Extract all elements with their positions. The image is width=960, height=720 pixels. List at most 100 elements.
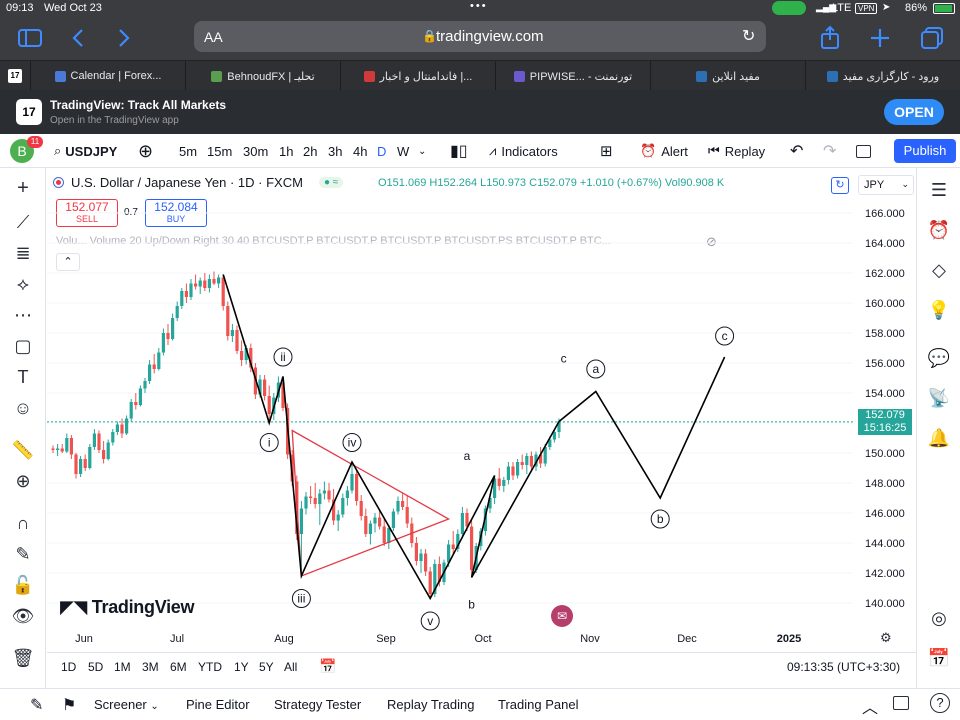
tab-2[interactable]: فاندامنتال و اخبار |... — [340, 61, 495, 91]
replay-trading-tab[interactable]: Replay Trading — [387, 697, 474, 712]
currency-selector[interactable]: JPY ⌄ — [858, 175, 914, 195]
emoji-icon[interactable]: ☺ — [8, 398, 38, 418]
time-axis[interactable]: Jun Jul Aug Sep Oct Nov Dec 2025 — [75, 633, 801, 645]
help-icon[interactable]: ? — [930, 693, 950, 713]
interval-4h[interactable]: 4h — [353, 134, 367, 168]
calendar-icon[interactable]: 📅 — [924, 648, 954, 668]
layouts-grid-icon[interactable]: ⊞ — [600, 134, 613, 168]
zoom-in-icon[interactable]: ⊕ — [8, 471, 38, 491]
range-all[interactable]: All — [284, 660, 297, 674]
pine-editor-tab[interactable]: Pine Editor — [186, 697, 250, 712]
fib-retracement-icon[interactable]: ≣ — [8, 243, 38, 263]
interval-3h[interactable]: 3h — [328, 134, 342, 168]
tab-0[interactable]: Calendar | Forex... — [30, 61, 185, 91]
chart-settings-gear-icon[interactable]: ⚙ — [880, 630, 892, 646]
utc-clock[interactable]: 09:13:35 (UTC+3:30) — [787, 660, 900, 674]
collapse-panel-icon[interactable]: ︿ — [862, 694, 878, 718]
range-ytd[interactable]: YTD — [198, 660, 222, 674]
range-1y[interactable]: 1Y — [234, 660, 249, 674]
projection-icon[interactable]: ⋯ — [8, 305, 38, 325]
maximize-panel-icon[interactable] — [893, 696, 909, 710]
crosshair-icon[interactable]: + — [8, 178, 38, 198]
open-app-button[interactable]: OPEN — [884, 99, 944, 125]
trash-icon[interactable]: 🗑 — [8, 648, 38, 668]
redo-icon[interactable]: ↷ — [823, 134, 836, 168]
magnet-icon[interactable]: ∩ — [8, 513, 38, 533]
pencil-lock-icon[interactable]: ✎ — [8, 544, 38, 564]
interval-5m[interactable]: 5m — [179, 134, 197, 168]
notifications-bell-icon[interactable]: 🔔 — [924, 428, 954, 448]
share-icon[interactable] — [820, 25, 840, 49]
ideas-bulb-icon[interactable]: 💡 — [924, 300, 954, 320]
multitask-dots-icon[interactable]: ••• — [470, 0, 488, 12]
indicators-button[interactable]: ⩘ Indicators — [489, 134, 558, 168]
back-icon[interactable] — [70, 28, 86, 48]
range-1m[interactable]: 1M — [114, 660, 131, 674]
range-5y[interactable]: 5Y — [259, 660, 274, 674]
candle-body — [175, 306, 179, 318]
trend-line-icon[interactable]: ⟋ — [8, 212, 38, 232]
lock-drawings-icon[interactable]: 🔓 — [8, 575, 38, 595]
tab-3[interactable]: PIPWISE... - تورنمنت — [495, 61, 650, 91]
trading-panel-tab[interactable]: Trading Panel — [498, 697, 578, 712]
interval-2h[interactable]: 2h — [303, 134, 317, 168]
drawing-pencil-icon[interactable]: ✎ — [30, 695, 43, 715]
pattern-icon[interactable]: ⟡ — [8, 274, 38, 294]
address-bar[interactable]: AA 🔒 tradingview.com ↻ — [194, 21, 766, 52]
compare-add-icon[interactable]: ⊕ — [138, 134, 153, 168]
eye-icon[interactable]: 👁 — [8, 606, 38, 626]
text-size-button[interactable]: AA — [204, 29, 223, 45]
screener-tab[interactable]: Screener ⌄ — [94, 697, 159, 712]
candle-style-icon[interactable]: ▮▯ — [450, 134, 468, 168]
candle-body — [235, 330, 239, 351]
candle-up — [138, 385, 142, 407]
flag-tool-icon[interactable]: ⚑ — [62, 695, 76, 715]
interval-d[interactable]: D — [377, 134, 386, 168]
candle-up — [189, 279, 193, 300]
watchlist-icon[interactable]: ☰ — [924, 180, 954, 200]
rectangle-icon[interactable]: ▢ — [8, 336, 38, 356]
new-tab-icon[interactable] — [870, 28, 890, 48]
strategy-tester-tab[interactable]: Strategy Tester — [274, 697, 361, 712]
events-flag-icon[interactable]: ✉ — [551, 605, 573, 627]
publish-button[interactable]: Publish — [894, 139, 956, 163]
tab-4[interactable]: مفید انلاین — [650, 61, 805, 91]
alerts-clock-icon[interactable]: ⏰ — [924, 220, 954, 240]
intervals-dropdown-icon[interactable]: ⌄ — [418, 134, 426, 168]
streams-icon[interactable]: 📡 — [924, 388, 954, 408]
reload-icon[interactable]: ↻ — [742, 26, 755, 46]
tab-1[interactable]: BehnoudFX | تحلیـ — [185, 61, 340, 91]
interval-1h[interactable]: 1h — [279, 134, 293, 168]
price-chart[interactable]: 166.000 164.000 162.000 160.000 158.000 156.0… — [47, 196, 916, 652]
undo-icon[interactable]: ↶ — [790, 134, 803, 168]
candle-up — [373, 513, 377, 533]
candle-body — [511, 466, 515, 476]
tab-5[interactable]: ورود - کارگزاری مفید — [805, 61, 960, 91]
forward-icon[interactable] — [116, 28, 132, 48]
fullscreen-icon[interactable] — [856, 134, 871, 168]
chat-icon[interactable]: 💬 — [924, 348, 954, 368]
url-text[interactable]: tradingview.com — [436, 28, 544, 45]
range-1d[interactable]: 1D — [61, 660, 76, 674]
date-range-calendar-icon[interactable]: 📅 — [319, 658, 336, 675]
tab-tradingview[interactable]: 17 — [0, 61, 30, 91]
layers-icon[interactable]: ◇ — [924, 260, 954, 280]
wave-drawings[interactable] — [222, 274, 726, 601]
trading-panel-icon[interactable]: ◎ — [924, 608, 954, 628]
text-tool-icon[interactable]: T — [8, 367, 38, 387]
tab-overview-icon[interactable] — [920, 26, 944, 50]
interval-15m[interactable]: 15m — [207, 134, 232, 168]
range-3m[interactable]: 3M — [142, 660, 159, 674]
range-5d[interactable]: 5D — [88, 660, 103, 674]
candle-down — [424, 549, 428, 576]
replay-button[interactable]: ⏮ Replay — [708, 134, 765, 168]
alert-button[interactable]: ⏰ Alert — [640, 134, 688, 168]
chart-title[interactable]: U.S. Dollar / Japanese Yen · 1D · FXCM — [71, 175, 303, 190]
ruler-icon[interactable]: 📏 — [8, 440, 38, 460]
interval-w[interactable]: W — [397, 134, 409, 168]
interval-30m[interactable]: 30m — [243, 134, 268, 168]
sidebar-icon[interactable] — [18, 29, 42, 47]
symbol-search[interactable]: ⌕ USDJPY — [54, 134, 117, 168]
sync-icon[interactable]: ↻ — [831, 177, 849, 194]
range-6m[interactable]: 6M — [170, 660, 187, 674]
